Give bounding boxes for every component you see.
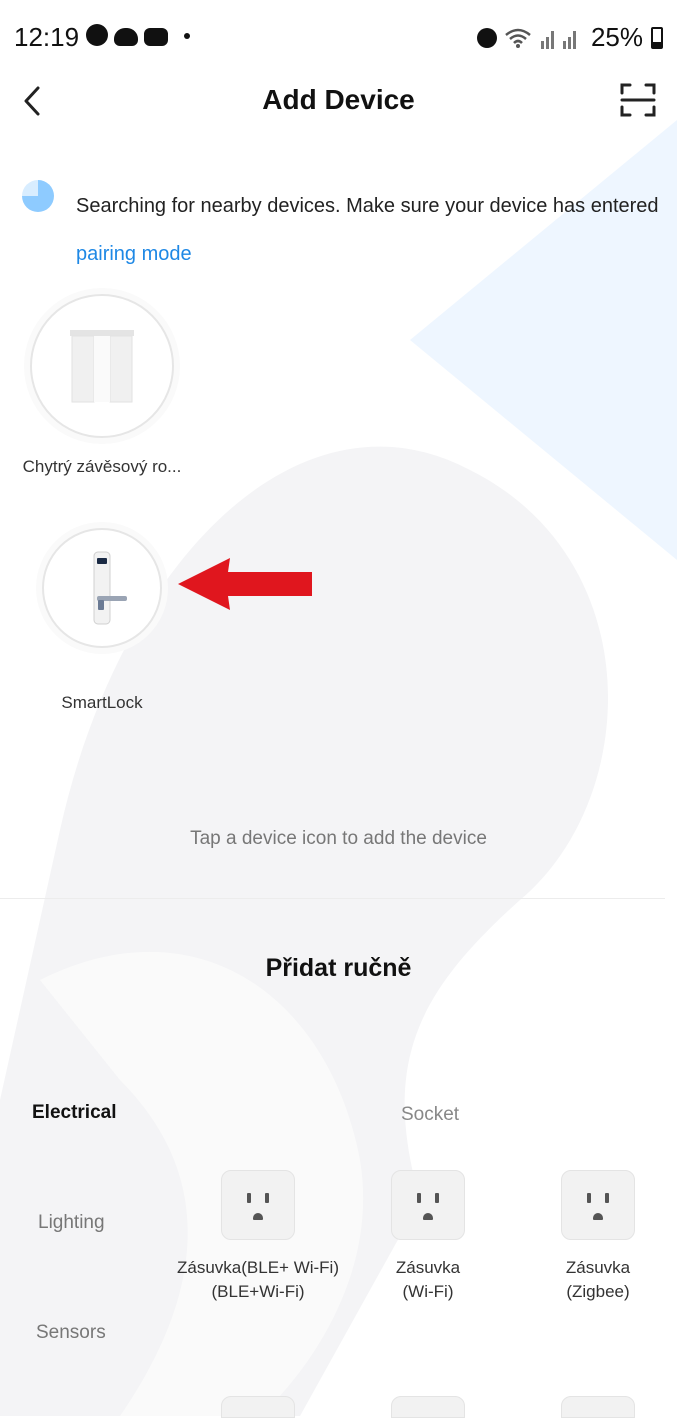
top-app-bar: Add Device xyxy=(0,74,677,128)
device-label: Chytrý závěsový ro... xyxy=(22,457,182,476)
more-notifications-dot-icon xyxy=(184,33,190,39)
messenger-icon xyxy=(86,24,108,46)
scan-button[interactable] xyxy=(619,82,657,118)
red-arrow-annotation xyxy=(178,558,312,610)
section-title-socket: Socket xyxy=(400,1104,460,1125)
device-tile-partial[interactable] xyxy=(513,1396,677,1418)
device-icon-circle xyxy=(30,294,174,438)
alarm-icon xyxy=(476,27,497,48)
status-notification-icons xyxy=(86,24,190,46)
socket-icon xyxy=(391,1170,465,1240)
battery-percent: 25% xyxy=(590,22,643,52)
wifi-icon xyxy=(505,28,531,48)
searching-spinner-icon xyxy=(22,180,54,212)
smart-lock-icon xyxy=(93,551,127,625)
socket-icon xyxy=(561,1170,635,1240)
divider xyxy=(0,898,665,899)
signal-icon xyxy=(540,30,576,49)
arrow-left-icon xyxy=(178,558,312,610)
device-tile-partial[interactable] xyxy=(173,1396,343,1418)
socket-icon xyxy=(221,1170,295,1240)
scan-icon xyxy=(620,83,656,117)
page-title: Add Device xyxy=(262,84,415,115)
status-time: 12:19 xyxy=(14,22,80,52)
tile-label: Zásuvka(BLE+ Wi-Fi) (BLE+Wi-Fi) xyxy=(177,1258,339,1301)
device-tile-socket-ble-wifi[interactable]: Zásuvka(BLE+ Wi-Fi) (BLE+Wi-Fi) xyxy=(173,1170,343,1304)
discovered-device-smartlock[interactable]: SmartLock xyxy=(22,528,182,714)
socket-icon xyxy=(391,1396,465,1418)
tap-hint: Tap a device icon to add the device xyxy=(190,828,487,849)
status-system-icons: 25% xyxy=(476,22,663,53)
device-icon-circle xyxy=(42,528,162,648)
pairing-mode-link[interactable]: pairing mode xyxy=(76,243,192,265)
manual-add-title: Přidat ručně xyxy=(265,954,412,982)
category-sensors[interactable]: Sensors xyxy=(36,1322,106,1344)
cloud-icon xyxy=(114,28,138,46)
category-lighting[interactable]: Lighting xyxy=(38,1212,105,1234)
curtain-icon xyxy=(70,330,134,403)
device-tile-socket-zigbee[interactable]: Zásuvka (Zigbee) xyxy=(513,1170,677,1304)
device-label: SmartLock xyxy=(61,693,143,712)
socket-icon xyxy=(221,1396,295,1418)
search-message: Searching for nearby devices. Make sure … xyxy=(76,182,676,278)
socket-icon xyxy=(561,1396,635,1418)
game-icon xyxy=(144,28,168,46)
tile-label: Zásuvka (Wi-Fi) xyxy=(395,1258,461,1301)
category-electrical[interactable]: Electrical xyxy=(32,1102,117,1124)
status-bar: 12:19 25% xyxy=(0,0,677,74)
search-message-text: Searching for nearby devices. Make sure … xyxy=(76,195,659,217)
battery-icon xyxy=(651,26,663,49)
device-tile-partial[interactable] xyxy=(343,1396,513,1418)
discovered-device-curtain[interactable]: Chytrý závěsový ro... xyxy=(22,294,182,478)
tile-label: Zásuvka (Zigbee) xyxy=(565,1258,631,1301)
device-tile-socket-wifi[interactable]: Zásuvka (Wi-Fi) xyxy=(343,1170,513,1304)
